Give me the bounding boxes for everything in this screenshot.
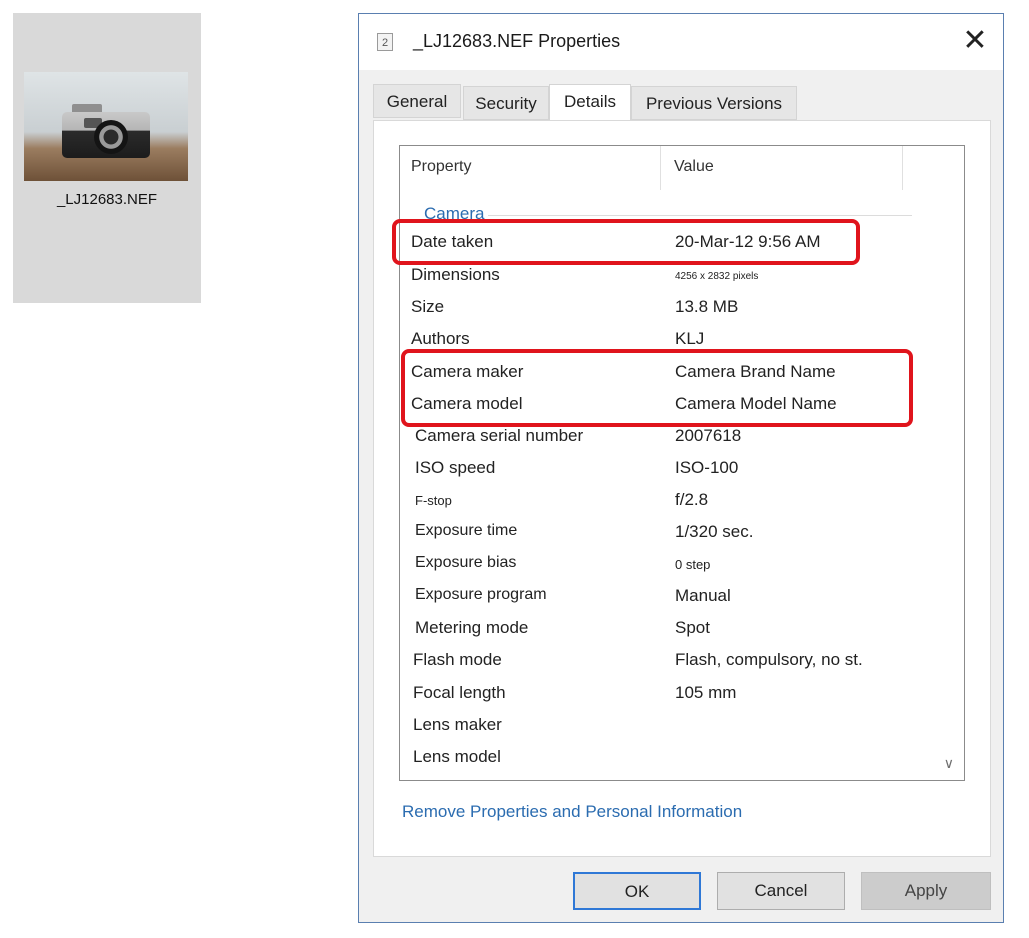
property-row[interactable]: Camera maker Camera Brand Name <box>400 356 964 388</box>
property-value: 13.8 MB <box>675 297 739 316</box>
property-name: Dimensions <box>411 265 500 284</box>
property-name: Metering mode <box>415 618 529 637</box>
camera-lens <box>94 120 128 154</box>
tab-security[interactable]: Security <box>463 86 549 120</box>
title-bar[interactable]: 2 _LJ12683.NEF Properties ✕ <box>359 14 1003 70</box>
column-divider[interactable] <box>902 146 903 190</box>
file-type-icon: 2 <box>377 33 393 51</box>
property-value: Camera Brand Name <box>675 362 836 381</box>
property-row[interactable]: ISO speed ISO-100 <box>400 452 964 484</box>
details-panel: Property Value Camera Date taken 20-Mar-… <box>373 120 991 857</box>
tab-previous-versions[interactable]: Previous Versions <box>631 86 797 120</box>
close-icon[interactable]: ✕ <box>947 14 1003 70</box>
remove-properties-link[interactable]: Remove Properties and Personal Informati… <box>402 802 742 822</box>
properties-dialog: 2 _LJ12683.NEF Properties ✕ General Secu… <box>358 13 1004 923</box>
property-row[interactable]: Exposure program Manual <box>400 580 964 612</box>
property-row[interactable]: F-stop f/2.8 <box>400 484 964 516</box>
column-header-value[interactable]: Value <box>674 146 714 192</box>
group-label-camera: Camera <box>424 204 489 224</box>
property-name: ISO speed <box>415 458 496 477</box>
property-name: F-stop <box>415 493 452 508</box>
property-value: 0 step <box>675 557 711 572</box>
cancel-button[interactable]: Cancel <box>717 872 845 910</box>
file-icon-tile[interactable]: _LJ12683.NEF <box>13 13 201 303</box>
property-row[interactable]: Exposure bias 0 step <box>400 548 964 580</box>
property-value: f/2.8 <box>675 490 709 509</box>
property-row[interactable]: Lens model <box>400 741 964 773</box>
property-name: Exposure bias <box>415 554 517 571</box>
property-value: Spot <box>675 618 710 637</box>
property-value: 105 mm <box>675 683 737 702</box>
property-name: Exposure program <box>415 586 547 603</box>
properties-list[interactable]: Property Value Camera Date taken 20-Mar-… <box>399 145 965 781</box>
property-name: Size <box>411 297 445 316</box>
property-value: KLJ <box>675 329 705 348</box>
group-divider <box>480 215 912 216</box>
property-row[interactable]: Lens maker <box>400 709 964 741</box>
property-name: Camera serial number <box>415 426 584 445</box>
property-name: Camera model <box>411 394 523 413</box>
property-value: 4256 x 2832 pixels <box>675 271 759 282</box>
property-row[interactable]: Authors KLJ <box>400 323 964 355</box>
property-name: Lens model <box>413 747 501 766</box>
property-row[interactable]: Flash mode Flash, compulsory, no st. <box>400 644 964 676</box>
property-row[interactable]: Camera serial number 2007618 <box>400 420 964 452</box>
property-name: Date taken <box>411 232 494 251</box>
property-value: ISO-100 <box>675 458 739 477</box>
tab-details[interactable]: Details <box>549 84 631 122</box>
dialog-title: _LJ12683.NEF Properties <box>413 31 621 51</box>
property-row[interactable]: Date taken 20-Mar-12 9:56 AM <box>400 226 964 258</box>
ok-button[interactable]: OK <box>573 872 701 910</box>
file-name-label: _LJ12683.NEF <box>56 191 158 208</box>
chevron-down-icon[interactable]: ∨ <box>944 755 954 772</box>
property-name: Authors <box>411 329 470 348</box>
property-row[interactable]: Exposure time 1/320 sec. <box>400 516 964 548</box>
property-row[interactable]: Focal length 105 mm <box>400 677 964 709</box>
property-name: Exposure time <box>415 522 518 539</box>
property-row[interactable]: Dimensions 4256 x 2832 pixels <box>400 259 964 291</box>
property-name: Lens maker <box>413 715 502 734</box>
property-value: Flash, compulsory, no st. <box>675 650 863 669</box>
property-row[interactable]: Metering mode Spot <box>400 612 964 644</box>
property-name: Flash mode <box>413 650 502 669</box>
property-value: 2007618 <box>675 426 742 445</box>
property-value: Camera Model Name <box>675 394 837 413</box>
property-row[interactable]: Camera model Camera Model Name <box>400 388 964 420</box>
property-name: Focal length <box>413 683 506 702</box>
property-row[interactable]: Size 13.8 MB <box>400 291 964 323</box>
property-value: 1/320 sec. <box>675 522 754 541</box>
column-divider[interactable] <box>660 146 661 190</box>
column-header-property[interactable]: Property <box>411 146 471 192</box>
property-value: 20-Mar-12 9:56 AM <box>675 232 821 251</box>
apply-button[interactable]: Apply <box>861 872 991 910</box>
camera-thumbnail-icon <box>24 72 188 181</box>
tab-general[interactable]: General <box>373 84 461 118</box>
property-name: Camera maker <box>411 362 524 381</box>
property-value: Manual <box>675 586 731 605</box>
